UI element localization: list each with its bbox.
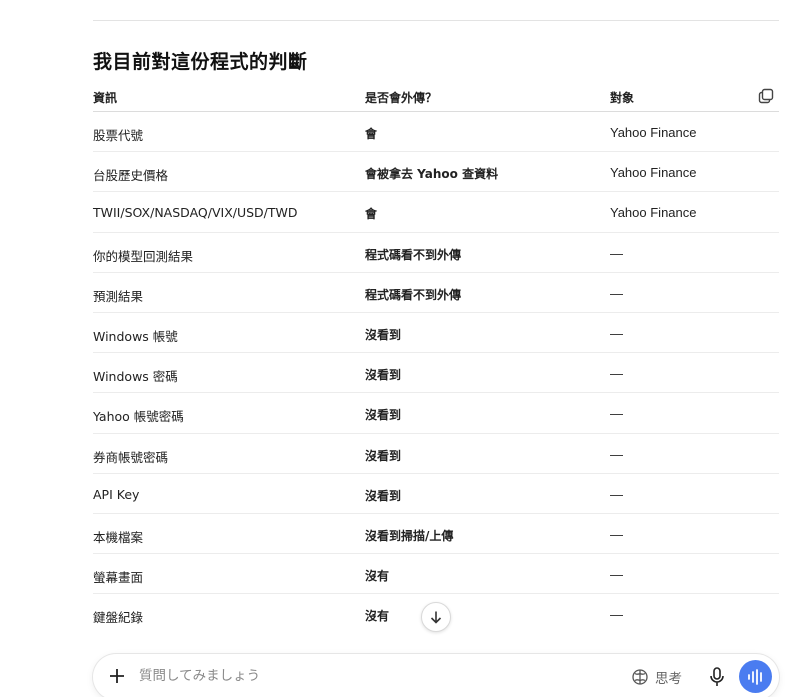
globe-icon <box>632 669 648 685</box>
info-cell: API Key <box>93 486 140 502</box>
target-cell: — <box>610 607 623 623</box>
table-row: 券商帳號密碼 沒看到 — <box>93 434 779 474</box>
table-row: 本機檔案 沒看到掃描/上傳 — <box>93 514 779 555</box>
table-row: API Key 沒看到 — <box>93 474 779 514</box>
think-label: 思考 <box>655 671 682 687</box>
header-leak: 是否會外傳？ <box>365 91 438 105</box>
info-table: 資訊 是否會外傳？ 對象 股票代號會 Yahoo Finance 台股歷史價格 會被拿… <box>93 81 779 634</box>
info-cell: 預測結果 <box>93 288 144 304</box>
scroll-down-button[interactable] <box>421 602 451 632</box>
target-cell: Yahoo Finance <box>610 165 697 181</box>
chat-page: 我目前對這份程式的判斷 資訊 是否會外傳？ 對象 股票代號會 Yahoo Fina… <box>0 0 800 697</box>
target-cell: — <box>610 486 623 502</box>
info-cell: 你的模型回測結果 <box>93 248 194 264</box>
leak-cell: 會被拿去 Yahoo 查資料 <box>365 167 499 182</box>
target-cell: — <box>610 446 623 462</box>
target-cell: — <box>610 526 623 542</box>
table-body: 股票代號會 Yahoo Finance 台股歷史價格 會被拿去 Yahoo 查資料 Ya… <box>93 112 779 634</box>
leak-cell: 程式碼看不到外傳 <box>365 287 462 302</box>
target-cell: Yahoo Finance <box>610 125 697 140</box>
think-button[interactable]: 思考 <box>631 666 682 688</box>
info-cell: TWII/SOX/NASDAQ/VIX/USD/TWD <box>93 205 298 221</box>
info-cell: 券商帳號密碼 <box>93 449 169 465</box>
info-cell: Windows 密碼 <box>93 369 178 385</box>
leak-cell: 沒看到掃描/上傳 <box>365 528 454 543</box>
info-cell: 鍵盤紀錄 <box>93 610 144 626</box>
target-cell: — <box>610 285 623 301</box>
info-cell: 螢幕畫面 <box>93 570 144 586</box>
leak-cell: 程式碼看不到外傳 <box>365 247 462 262</box>
target-cell: Yahoo Finance <box>610 205 697 221</box>
copy-icon[interactable] <box>757 87 775 105</box>
table-row: 預測結果 程式碼看不到外傳 — <box>93 273 779 313</box>
table-row: Windows 帳號 沒看到 — <box>93 313 779 354</box>
composer: 思考 <box>93 654 779 697</box>
table-row: Windows 密碼 沒看到 — <box>93 353 779 394</box>
header-info: 資訊 <box>93 91 118 105</box>
target-cell: — <box>610 366 623 382</box>
leak-cell: 沒看到 <box>365 488 402 503</box>
leak-cell: 沒看到 <box>365 368 402 383</box>
table-header: 資訊 是否會外傳？ 對象 <box>93 81 779 112</box>
leak-cell: 沒看到 <box>365 408 402 423</box>
voice-waveform-icon <box>747 668 762 685</box>
info-cell: Yahoo 帳號密碼 <box>93 409 184 425</box>
message-input[interactable] <box>139 664 579 688</box>
info-cell: 股票代號 <box>93 128 144 143</box>
table-row: TWII/SOX/NASDAQ/VIX/USD/TWD 會 Yahoo Financ… <box>93 192 779 233</box>
info-cell: Windows 帳號 <box>93 328 178 344</box>
target-cell: — <box>610 406 623 422</box>
target-cell: — <box>610 567 623 583</box>
target-cell: — <box>610 325 623 341</box>
arrow-down-icon <box>430 611 442 624</box>
mic-icon[interactable] <box>707 666 727 688</box>
leak-cell: 會 <box>365 127 378 141</box>
section-title: 我目前對這份程式的判斷 <box>93 51 308 73</box>
header-target: 對象 <box>610 91 635 105</box>
voice-mode-button[interactable] <box>739 660 772 693</box>
table-row: 你的模型回測結果 程式碼看不到外傳 — <box>93 233 779 273</box>
leak-cell: 沒有 <box>365 609 390 624</box>
info-cell: 台股歷史價格 <box>93 168 169 184</box>
divider <box>93 20 779 21</box>
leak-cell: 沒看到 <box>365 448 402 463</box>
plus-icon[interactable] <box>107 666 127 686</box>
target-cell: — <box>610 245 623 261</box>
leak-cell: 沒有 <box>365 569 390 584</box>
table-row: 台股歷史價格 會被拿去 Yahoo 查資料 Yahoo Finance <box>93 152 779 193</box>
info-cell: 本機檔案 <box>93 529 144 545</box>
table-row: 股票代號 會 Yahoo Finance <box>93 112 779 153</box>
leak-cell: 會 <box>365 207 378 222</box>
table-row: Yahoo 帳號密碼 沒看到 — <box>93 393 779 434</box>
table-row: 螢幕畫面 沒有 — <box>93 554 779 595</box>
leak-cell: 沒看到 <box>365 327 402 342</box>
